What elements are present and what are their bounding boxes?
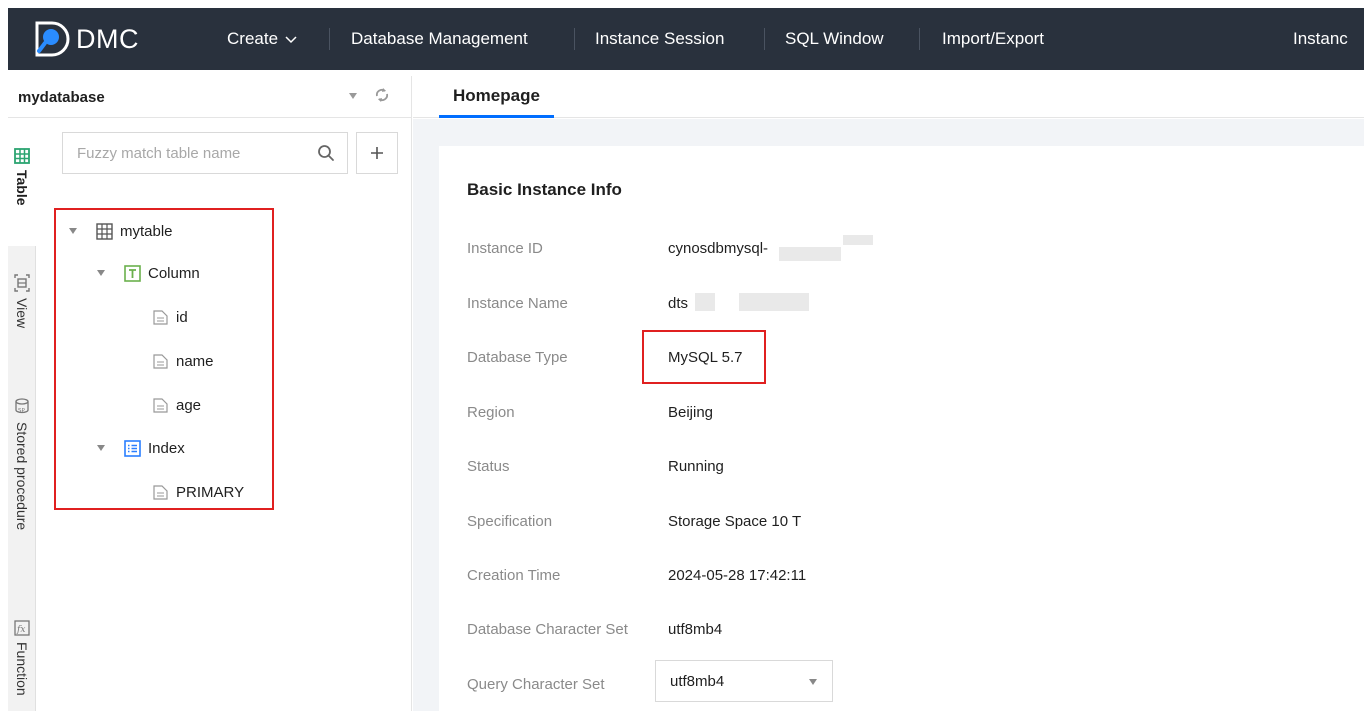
sidebar-tab-label: View [14,298,30,329]
tree-column-group-label: Column [148,264,200,282]
tree-node-column[interactable]: age [152,395,201,415]
app-name: DMC [76,23,139,54]
database-selector[interactable]: mydatabase [8,76,412,118]
tree-node-table[interactable]: mytable [68,221,173,241]
tree-node-column[interactable]: name [152,351,214,371]
sidebar-tab-label: Stored procedure [14,422,30,531]
top-nav: DMC Create Database Management Instance … [8,8,1364,70]
nav-database-management[interactable]: Database Management [351,29,528,49]
content-tabs: Homepage [413,76,1364,118]
nav-create[interactable]: Create [227,29,297,49]
redacted-block [843,235,873,245]
dmc-logo[interactable]: DMC [32,20,139,58]
file-icon [153,484,168,500]
creation-time-value: 2024-05-28 17:42:11 [668,567,807,584]
caret-down-icon[interactable] [96,269,106,277]
nav-instance[interactable]: Instanc [1293,29,1348,49]
search-input[interactable] [77,133,307,173]
tree-node-index[interactable]: PRIMARY [152,482,244,502]
object-type-sidebar: Table View SP Stored procedure fx Functi… [8,118,36,711]
tab-homepage[interactable]: Homepage [439,76,554,118]
query-charset-select[interactable]: utf8mb4 [655,660,833,702]
nav-create-label: Create [227,29,279,48]
instance-id-value: cynosdbmysql- [668,240,769,257]
nav-divider [764,28,765,50]
object-tree-panel: mytable Column id name age Index PRIMARY [36,118,412,711]
file-icon [153,353,168,369]
database-charset-label: Database Character Set [467,621,628,638]
tree-node-column-group[interactable]: Column [96,263,200,283]
view-icon [14,274,30,292]
database-type-label: Database Type [467,349,568,366]
nav-divider [329,28,330,50]
function-icon: fx [14,620,30,636]
nav-sql-window[interactable]: SQL Window [785,29,884,49]
caret-down-icon[interactable] [96,444,106,452]
caret-down-icon[interactable] [68,227,78,235]
svg-text:SP: SP [18,408,25,414]
top-bar: DMC Create Database Management Instance … [0,0,1364,76]
tree-table-name: mytable [120,222,173,240]
sidebar-tab-label: Table [14,170,30,206]
redacted-block [779,247,841,261]
sidebar-tab-stored-procedure[interactable]: SP Stored procedure [8,398,36,530]
tree-column-name: name [176,352,214,370]
sidebar-tab-function[interactable]: fx Function [8,620,36,696]
specification-value: Storage Space 10 T [668,513,802,530]
table-icon [96,222,113,240]
region-value: Beijing [668,404,714,421]
refresh-icon[interactable] [373,86,391,104]
stored-procedure-icon: SP [15,398,29,414]
tree-index-group-label: Index [148,439,185,457]
index-icon [124,439,141,457]
table-search [62,132,348,174]
region-label: Region [467,404,515,421]
nav-divider [919,28,920,50]
query-charset-label: Query Character Set [467,676,605,693]
dmc-logo-icon [35,21,70,57]
instance-name-value: dts [668,295,689,312]
database-name: mydatabase [18,89,105,106]
table-icon [14,148,30,164]
instance-info-card: Basic Instance Info Instance ID cynosdbm… [439,146,1364,711]
tree-index-name: PRIMARY [176,483,245,501]
nav-divider [574,28,575,50]
status-label: Status [467,458,510,475]
chevron-down-icon [285,36,297,44]
sidebar-tab-label: Function [14,642,30,696]
nav-instance-session[interactable]: Instance Session [595,29,724,49]
specification-label: Specification [467,513,553,530]
add-table-button[interactable] [356,132,398,174]
redacted-block [739,293,809,311]
column-icon [124,264,141,282]
tree-node-index-group[interactable]: Index [96,438,185,458]
creation-time-label: Creation Time [467,567,561,584]
plus-icon [371,147,383,159]
search-icon[interactable] [317,144,335,162]
svg-text:fx: fx [16,625,25,635]
sidebar-tab-view[interactable]: View [8,274,36,328]
nav-import-export[interactable]: Import/Export [942,29,1044,49]
status-value: Running [668,458,724,475]
caret-down-icon [809,679,817,685]
file-icon [153,309,168,325]
query-charset-selected: utf8mb4 [670,672,725,690]
tree-column-name: age [176,396,202,414]
tree-column-name: id [176,308,188,326]
instance-id-label: Instance ID [467,240,543,257]
database-charset-value: utf8mb4 [668,621,723,638]
redacted-block [695,293,715,311]
card-title: Basic Instance Info [467,180,622,199]
file-icon [153,397,168,413]
caret-down-icon[interactable] [348,92,358,100]
sidebar-tab-table[interactable]: Table [8,118,36,246]
database-type-value: MySQL 5.7 [668,349,743,366]
tree-node-column[interactable]: id [152,307,188,327]
instance-name-label: Instance Name [467,295,568,312]
